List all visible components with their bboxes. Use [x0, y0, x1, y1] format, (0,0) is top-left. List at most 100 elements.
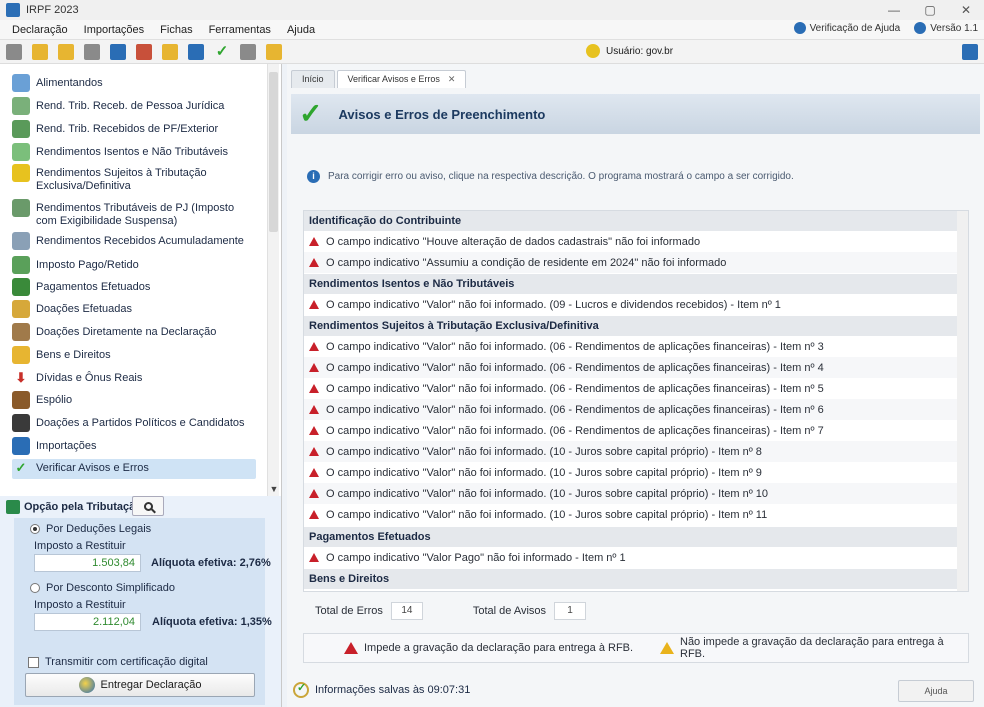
scroll-down-icon[interactable]: ▼: [269, 484, 279, 494]
page-header: ✓ Avisos e Erros de Preenchimento: [291, 94, 980, 134]
sidebar-item-label: Doações Efetuadas: [36, 303, 133, 315]
sidebar-item[interactable]: Espólio: [12, 391, 256, 411]
issue-row[interactable]: O campo indicativo "Valor Pago" não foi …: [304, 547, 959, 568]
sidebar-item-label: Doações Diretamente na Declaração: [36, 326, 217, 338]
stack-coins-icon: [12, 232, 30, 250]
print-icon[interactable]: [136, 43, 152, 60]
chest-icon: [12, 391, 30, 409]
title-bar: IRPF 2023 — ▢ ✕: [0, 0, 984, 20]
menu-fichas[interactable]: Fichas: [152, 24, 200, 36]
deliver-icon[interactable]: [162, 43, 178, 60]
sidebar-scrollbar[interactable]: ▼: [267, 64, 279, 496]
simplified-discount-label: Por Desconto Simplificado: [46, 582, 176, 594]
maximize-button[interactable]: ▢: [912, 0, 948, 20]
sidebar-item[interactable]: Rend. Trib. Recebidos de PF/Exterior: [12, 120, 256, 140]
menu-importacoes[interactable]: Importações: [76, 24, 153, 36]
new-doc-icon[interactable]: [6, 43, 22, 60]
receipt-icon[interactable]: [188, 43, 204, 60]
sidebar-item-label: Verificar Avisos e Erros: [36, 462, 149, 474]
legend-box: Impede a gravação da declaração para ent…: [303, 633, 969, 663]
sidebar-item[interactable]: Alimentandos: [12, 74, 256, 94]
sidebar-item[interactable]: Doações a Partidos Políticos e Candidato…: [12, 414, 256, 434]
sidebar-item-label: Rendimentos Recebidos Acumuladamente: [36, 235, 244, 247]
sidebar-item[interactable]: Importações: [12, 437, 256, 457]
totals-bar: Total de Erros 14 Total de Avisos 1: [315, 602, 587, 620]
deliver-button-label: Entregar Declaração: [100, 679, 202, 691]
menu-declaracao[interactable]: Declaração: [4, 24, 76, 36]
error-triangle-icon: [344, 642, 358, 654]
sidebar-item[interactable]: Rendimentos Sujeitos à Tributação Exclus…: [12, 164, 256, 192]
issue-row[interactable]: O campo indicativo "Valor" não foi infor…: [304, 441, 959, 462]
help-check-link[interactable]: Verificação de Ajuda: [793, 22, 900, 34]
legend-error-text: Impede a gravação da declaração para ent…: [364, 642, 634, 654]
issue-text: O campo indicativo "Valor" não foi infor…: [326, 403, 824, 416]
error-triangle-icon: [309, 258, 319, 267]
sidebar-item-label: Doações a Partidos Políticos e Candidato…: [36, 417, 245, 429]
issues-scrollbar[interactable]: [957, 211, 968, 591]
simplified-discount-radio[interactable]: Por Desconto Simplificado: [30, 582, 175, 594]
arrow-down-red-icon: ⬇: [15, 370, 27, 385]
error-triangle-icon: [309, 342, 319, 351]
coin-check-icon: [12, 143, 30, 161]
section-header: Pagamentos Efetuados: [304, 527, 968, 547]
checkbox-icon[interactable]: [28, 656, 39, 668]
info-text: Para corrigir erro ou aviso, clique na r…: [328, 171, 794, 182]
radio-unselected-icon[interactable]: [30, 583, 40, 593]
sidebar-item[interactable]: Doações Diretamente na Declaração: [12, 323, 256, 343]
radio-selected-icon[interactable]: [30, 524, 40, 534]
issue-row[interactable]: O campo indicativo "Valor" não foi infor…: [304, 378, 959, 399]
folder-icon[interactable]: [58, 43, 74, 60]
open-folder-icon[interactable]: [32, 43, 48, 60]
sidebar-item[interactable]: Imposto Pago/Retido: [12, 256, 256, 276]
help-button[interactable]: Ajuda: [898, 680, 974, 702]
sidebar-item[interactable]: ✓ Verificar Avisos e Erros: [12, 459, 256, 479]
minimize-button[interactable]: —: [876, 0, 912, 20]
sidebar-item[interactable]: ⬇ Dívidas e Ônus Reais: [12, 369, 256, 389]
sidebar-item[interactable]: Rendimentos Recebidos Acumuladamente: [12, 232, 256, 252]
issue-row[interactable]: O campo indicativo "Valor" não foi infor…: [304, 399, 959, 420]
issue-row[interactable]: O campo indicativo "Valor" não foi infor…: [304, 504, 959, 525]
book-icon[interactable]: [266, 43, 282, 60]
sidebar-item[interactable]: Rendimentos Isentos e Não Tributáveis: [12, 143, 256, 163]
warning-doc-icon: [12, 164, 30, 182]
help-icon: [793, 22, 806, 34]
issue-row[interactable]: O campo indicativo "Valor" não foi infor…: [304, 357, 959, 378]
issue-row[interactable]: O campo indicativo "Assumiu a condição d…: [304, 252, 959, 273]
menu-ajuda[interactable]: Ajuda: [279, 24, 323, 36]
deliver-declaration-button[interactable]: Entregar Declaração: [25, 673, 255, 697]
sidebar-item[interactable]: Bens e Direitos: [12, 346, 256, 366]
issue-row[interactable]: O campo indicativo "Valor" não foi infor…: [304, 336, 959, 357]
sidebar-item-label: Rendimentos Tributáveis de PJ (Imposto c…: [36, 202, 235, 227]
close-tab-icon[interactable]: ✕: [448, 74, 456, 84]
tab-verificar[interactable]: Verificar Avisos e Erros ✕: [336, 70, 467, 88]
issues-list: Identificação do Contribuinte O campo ind…: [303, 210, 969, 592]
issue-text: O campo indicativo "Valor" não foi infor…: [326, 508, 768, 521]
check-icon[interactable]: ✓: [214, 43, 230, 60]
digital-cert-label: Transmitir com certificação digital: [45, 656, 208, 668]
issue-row[interactable]: O campo indicativo "Houve alteração de d…: [304, 231, 959, 252]
sidebar-item-label: Imposto Pago/Retido: [36, 259, 139, 271]
issue-row[interactable]: O campo indicativo "Valor" não foi infor…: [304, 483, 959, 504]
digital-cert-checkbox[interactable]: Transmitir com certificação digital: [28, 656, 208, 668]
globe-icon: [12, 120, 30, 138]
issue-row[interactable]: O campo indicativo "Valor" não foi infor…: [304, 420, 959, 441]
dollar-doc-icon: [12, 346, 30, 364]
issue-row[interactable]: O campo indicativo "Valor" não foi infor…: [304, 462, 959, 483]
sidebar-item[interactable]: Rend. Trib. Receb. de Pessoa Jurídica: [12, 97, 256, 117]
close-button[interactable]: ✕: [948, 0, 984, 20]
scrollbar-thumb[interactable]: [269, 72, 278, 232]
globe-icon[interactable]: [110, 43, 126, 60]
sidebar-item[interactable]: Pagamentos Efetuados: [12, 278, 256, 298]
version-link[interactable]: Versão 1.1: [914, 22, 978, 34]
calculator-icon[interactable]: [240, 43, 256, 60]
expand-icon[interactable]: [962, 44, 978, 60]
menu-ferramentas[interactable]: Ferramentas: [201, 24, 279, 36]
issue-text: O campo indicativo "Valor" não foi infor…: [326, 340, 824, 353]
sidebar-item[interactable]: Doações Efetuadas: [12, 300, 256, 320]
legal-deductions-radio[interactable]: Por Deduções Legais: [30, 523, 151, 535]
trash-icon[interactable]: [84, 43, 100, 60]
tab-inicio[interactable]: Início: [291, 70, 335, 88]
sidebar-item[interactable]: Rendimentos Tributáveis de PJ (Imposto c…: [12, 199, 256, 227]
search-button[interactable]: [132, 496, 164, 516]
issue-row[interactable]: O campo indicativo "Valor" não foi infor…: [304, 294, 959, 315]
